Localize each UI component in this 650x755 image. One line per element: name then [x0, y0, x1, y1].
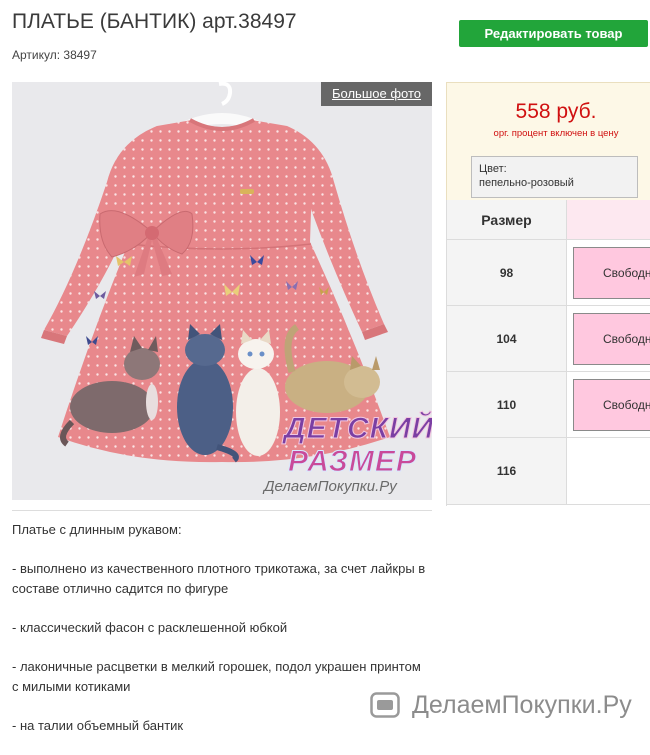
description-line: составе отлично садится по фигуре — [12, 581, 229, 596]
table-row: 116 — [447, 438, 650, 505]
description-line: - на талии объемный бантик — [12, 718, 184, 733]
description-line: - выполнено из качественного плотного тр… — [12, 561, 426, 576]
edit-product-button[interactable]: Редактировать товар — [459, 20, 648, 47]
big-photo-link[interactable]: Большое фото — [321, 82, 432, 106]
size-value: 98 — [447, 240, 567, 305]
price-value: 558 руб. — [515, 100, 597, 123]
size-status-button[interactable]: Свободн — [573, 247, 650, 299]
price-note: орг. процент включен в цену — [493, 128, 619, 139]
size-status-button[interactable]: Свободн — [573, 379, 650, 431]
description-paragraph: - классический фасон с расклешенной юбко… — [12, 618, 437, 638]
status-cell: Свободн — [567, 306, 650, 371]
size-header-label: Размер — [447, 200, 567, 239]
price-panel: 558 руб. орг. процент включен в цену Цве… — [446, 82, 650, 201]
size-value: 110 — [447, 372, 567, 437]
color-box: Цвет: пепельно-розовый — [471, 156, 638, 198]
table-row: 110 Свободн — [447, 372, 650, 438]
table-row: 98 Свободн — [447, 240, 650, 306]
page-title: ПЛАТЬЕ (БАНТИК) арт.38497 — [12, 10, 297, 33]
description-line: - классический фасон с расклешенной юбко… — [12, 620, 288, 635]
color-value: пепельно-розовый — [479, 177, 574, 189]
article-number: Артикул: 38497 — [12, 48, 97, 62]
status-header-cell — [567, 200, 650, 239]
product-image[interactable]: Большое фото ДЕТСКИЙ РАЗМЕР ДелаемПокупк… — [12, 82, 432, 500]
site-logo-icon — [370, 692, 400, 718]
status-cell — [567, 438, 650, 504]
color-label: Цвет: — [479, 163, 507, 175]
table-row: 104 Свободн — [447, 306, 650, 372]
size-table-header: Размер — [447, 200, 650, 240]
site-watermark: ДелаемПокупки.Ру — [412, 691, 632, 719]
size-value: 116 — [447, 438, 567, 504]
status-cell: Свободн — [567, 240, 650, 305]
product-description: Платье с длинным рукавом: - выполнено из… — [12, 520, 437, 755]
description-paragraph: - выполнено из качественного плотного тр… — [12, 559, 437, 599]
status-cell: Свободн — [567, 372, 650, 437]
description-paragraph: - на талии объемный бантик — [12, 716, 437, 736]
description-line: - лаконичные расцветки в мелкий горошек,… — [12, 659, 421, 674]
description-paragraph: Платье с длинным рукавом: — [12, 520, 437, 540]
watermark-site: ДелаемПокупки.Ру — [264, 478, 397, 495]
divider — [12, 510, 432, 511]
description-paragraph: - лаконичные расцветки в мелкий горошек,… — [12, 657, 437, 697]
brooch — [240, 189, 254, 194]
watermark-logo-line2: РАЗМЕР — [288, 445, 417, 479]
description-line: Платье с длинным рукавом: — [12, 522, 182, 537]
size-status-button[interactable]: Свободн — [573, 313, 650, 365]
size-table: Размер 98 Свободн 104 Свободн 110 Свобод… — [446, 200, 650, 506]
size-value: 104 — [447, 306, 567, 371]
watermark-logo-line1: ДЕТСКИЙ — [283, 412, 432, 446]
